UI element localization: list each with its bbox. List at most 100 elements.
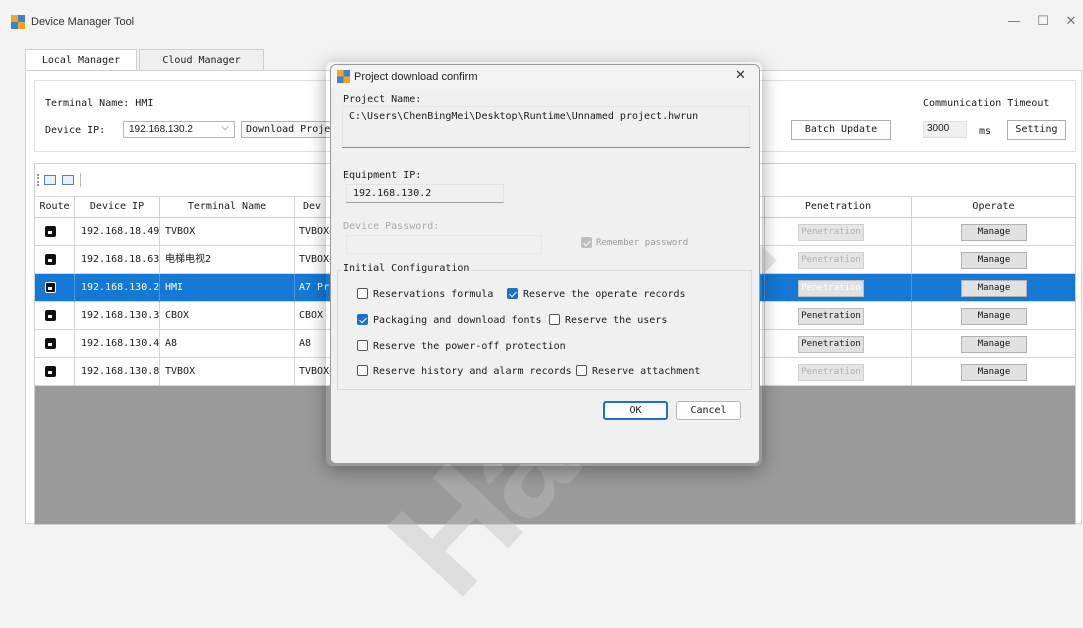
terminal-name-cell: TVBOX — [160, 358, 295, 386]
checkbox[interactable] — [549, 314, 560, 325]
col-terminal-name[interactable]: Terminal Name — [160, 197, 295, 217]
device-ip-select[interactable]: 192.168.130.2 ⌵ — [123, 121, 235, 138]
terminal-name-cell: CBOX — [160, 302, 295, 330]
option-label: Reservations formula — [373, 289, 494, 300]
option-label: Reserve the users — [565, 315, 668, 326]
penetration-cell: Penetration — [765, 246, 912, 274]
communication-timeout-label: Communication Timeout — [923, 98, 1050, 109]
timeout-input[interactable]: 3000 — [923, 121, 967, 138]
route-cell — [35, 246, 75, 274]
dialog-title: Project download confirm — [354, 71, 478, 83]
route-cell — [35, 218, 75, 246]
router-icon — [45, 366, 56, 377]
device-ip-cell: 192.168.130.8 — [75, 358, 160, 386]
option-label: Reserve the operate records — [523, 289, 686, 300]
device-ip-cell: 192.168.18.49 — [75, 218, 160, 246]
operate-cell: Manage — [912, 218, 1075, 246]
router-icon — [45, 226, 56, 237]
project-download-dialog: Project download confirm ✕ Project Name:… — [330, 64, 760, 464]
download-project-button[interactable]: Download Project — [241, 121, 331, 138]
minimize-button[interactable]: — — [1003, 12, 1025, 32]
terminal-name-label: Terminal Name: HMI — [45, 98, 154, 109]
checkbox-checked[interactable] — [507, 288, 518, 299]
toolbar-divider — [80, 173, 81, 187]
window-title: Device Manager Tool — [31, 16, 135, 28]
device-ip-value: 192.168.130.2 — [129, 124, 193, 135]
grid-layout-icon[interactable] — [62, 175, 74, 185]
router-icon — [45, 282, 56, 293]
dialog-body: Project Name: C:\Users\ChenBingMei\Deskt… — [331, 89, 759, 463]
checkbox[interactable] — [357, 340, 368, 351]
operate-cell: Manage — [912, 358, 1075, 386]
penetration-cell: Penetration — [765, 330, 912, 358]
penetration-cell: Penetration — [765, 302, 912, 330]
manage-button[interactable]: Manage — [961, 364, 1027, 381]
terminal-name-cell: HMI — [160, 274, 295, 302]
terminal-name-cell: 电梯电视2 — [160, 246, 295, 274]
manage-button[interactable]: Manage — [961, 280, 1027, 297]
option-label: Reserve attachment — [592, 366, 701, 377]
option-label: Reserve history and alarm records — [373, 366, 572, 377]
project-name-value: C:\Users\ChenBingMei\Desktop\Runtime\Unn… — [349, 111, 699, 122]
penetration-button[interactable]: Penetration — [798, 336, 864, 353]
app-icon — [337, 70, 350, 83]
device-password-label: Device Password: — [343, 221, 440, 232]
device-ip-cell: 192.168.130.4 — [75, 330, 160, 358]
router-icon — [45, 310, 56, 321]
operate-cell: Manage — [912, 302, 1075, 330]
device-ip-cell: 192.168.130.3 — [75, 302, 160, 330]
penetration-button[interactable]: Penetration — [798, 308, 864, 325]
penetration-button[interactable]: Penetration — [798, 252, 864, 269]
penetration-cell: Penetration — [765, 218, 912, 246]
project-name-field: C:\Users\ChenBingMei\Desktop\Runtime\Unn… — [342, 106, 750, 146]
manage-button[interactable]: Manage — [961, 224, 1027, 241]
equipment-ip-label: Equipment IP: — [343, 170, 422, 181]
penetration-cell: Penetration — [765, 274, 912, 302]
route-cell — [35, 330, 75, 358]
checkbox-checked-disabled — [581, 237, 592, 248]
toolbar-grip[interactable] — [37, 174, 41, 186]
cancel-button[interactable]: Cancel — [676, 401, 741, 420]
option-label: Packaging and download fonts — [373, 315, 542, 326]
operate-cell: Manage — [912, 330, 1075, 358]
checkbox[interactable] — [357, 365, 368, 376]
penetration-cell: Penetration — [765, 358, 912, 386]
device-ip-cell: 192.168.18.63 — [75, 246, 160, 274]
penetration-button[interactable]: Penetration — [798, 364, 864, 381]
table-icon[interactable] — [44, 175, 56, 185]
operate-cell: Manage — [912, 274, 1075, 302]
manage-button[interactable]: Manage — [961, 336, 1027, 353]
col-route[interactable]: Route — [35, 197, 75, 217]
router-icon — [45, 338, 56, 349]
checkbox-checked[interactable] — [357, 314, 368, 325]
penetration-button[interactable]: Penetration — [798, 280, 864, 297]
dialog-title-bar: Project download confirm ✕ — [331, 65, 759, 89]
manage-button[interactable]: Manage — [961, 308, 1027, 325]
close-icon[interactable]: ✕ — [735, 68, 746, 83]
tab-local-manager[interactable]: Local Manager — [25, 49, 137, 71]
setting-button[interactable]: Setting — [1007, 120, 1066, 140]
device-ip-cell: 192.168.130.2 — [75, 274, 160, 302]
option-label: Reserve the power-off protection — [373, 341, 566, 352]
route-cell — [35, 358, 75, 386]
app-icon — [11, 15, 25, 29]
batch-update-button[interactable]: Batch Update — [791, 120, 891, 140]
timeout-value: 3000 — [927, 123, 950, 134]
divider — [342, 147, 750, 148]
maximize-button[interactable]: ☐ — [1032, 12, 1054, 32]
manage-button[interactable]: Manage — [961, 252, 1027, 269]
router-icon — [45, 254, 56, 265]
checkbox[interactable] — [576, 365, 587, 376]
project-name-label: Project Name: — [343, 94, 422, 105]
terminal-name-cell: A8 — [160, 330, 295, 358]
col-operate[interactable]: Operate — [912, 197, 1075, 217]
checkbox[interactable] — [357, 288, 368, 299]
penetration-button[interactable]: Penetration — [798, 224, 864, 241]
device-ip-label: Device IP: — [45, 125, 106, 136]
ok-button[interactable]: OK — [603, 401, 668, 420]
col-device-ip[interactable]: Device IP — [75, 197, 160, 217]
terminal-name-cell: TVBOX — [160, 218, 295, 246]
col-penetration[interactable]: Penetration — [765, 197, 912, 217]
tab-cloud-manager[interactable]: Cloud Manager — [139, 49, 264, 71]
close-window-button[interactable]: ✕ — [1060, 12, 1082, 32]
